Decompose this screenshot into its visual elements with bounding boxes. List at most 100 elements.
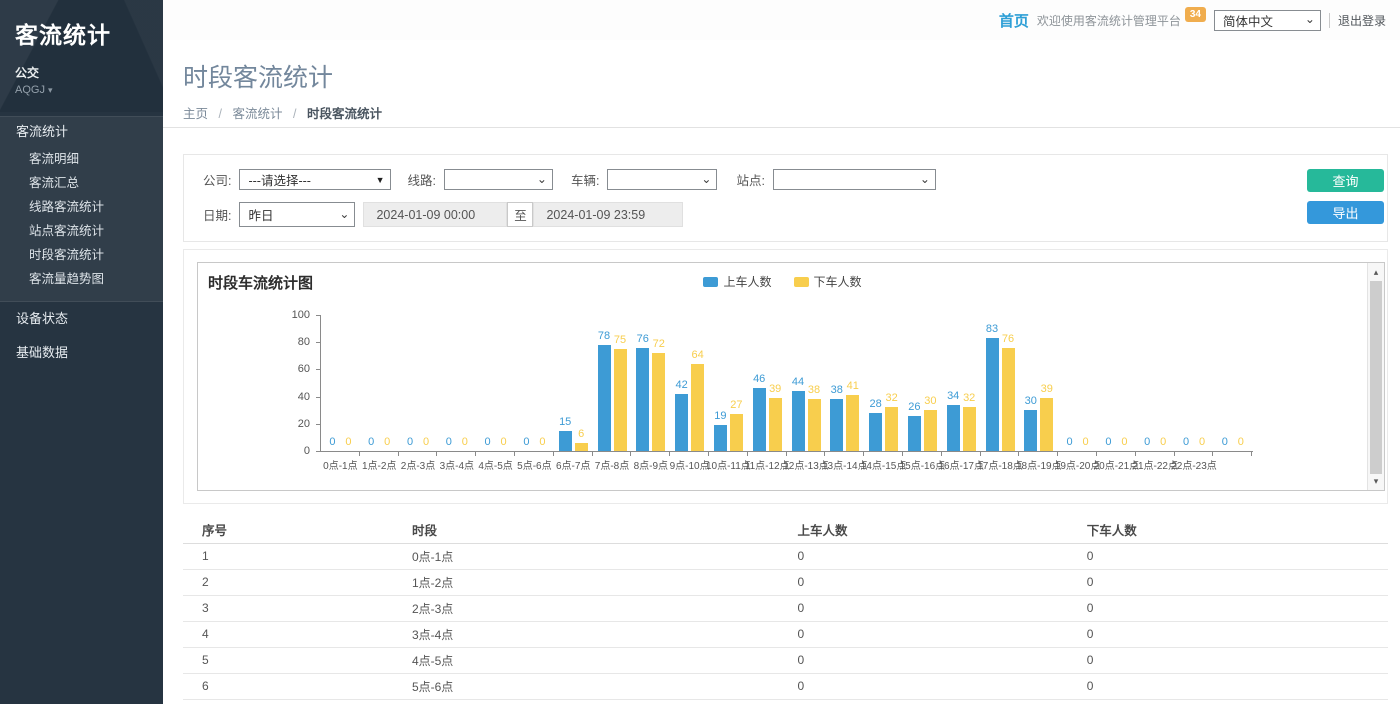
bar-value-label: 0 [529,436,555,448]
table-cell: 2点-3点 [412,595,798,621]
company-select[interactable]: ---请选择--- ▼ [239,169,391,190]
date-preset-value: 昨日 [248,205,273,224]
bar-boarding-9 [675,394,688,451]
vehicle-select[interactable]: ⌄ [607,169,717,190]
chevron-down-icon: ⌄ [920,172,930,186]
sidebar-item-passenger-flow[interactable]: 客流统计 [0,117,163,147]
table-cell: 5 [183,647,412,673]
chart-canvas: 时段车流统计图 上车人数下车人数 ▴ ▾ 020406080100000点-1点… [197,262,1385,491]
bar-value-label: 76 [995,333,1021,345]
content: 公司: ---请选择--- ▼ 线路: ⌄ 车辆: ⌄ 站点: ⌄ [163,128,1400,704]
chart-y-axis [320,315,321,452]
table-cell: 6 [183,673,412,699]
scroll-down-icon[interactable]: ▾ [1368,473,1384,489]
x-axis-category-label: 22点-23点 [1159,457,1229,472]
sidebar-item-device-status[interactable]: 设备状态 [0,302,163,336]
bar-alighting-18 [1040,398,1053,451]
bar-alighting-15 [924,410,937,451]
table-cell: 0 [798,647,1087,673]
home-link[interactable]: 首页 [999,10,1029,31]
table-cell: 6 [1087,699,1388,704]
top-nav: 首页 欢迎使用客流统计管理平台 34 简体中文 ⌄ 退出登录 [163,0,1400,40]
scrollbar-thumb[interactable] [1370,281,1382,474]
welcome-text: 欢迎使用客流统计管理平台 [1037,12,1181,29]
bar-value-label: 72 [646,338,672,350]
x-axis-tick [708,452,709,456]
y-axis-tick-label: 60 [280,363,310,375]
x-axis-tick [1212,452,1213,456]
legend-swatch-icon [794,277,809,287]
chart-panel: 时段车流统计图 上车人数下车人数 ▴ ▾ 020406080100000点-1点… [183,249,1388,504]
y-axis-tick [316,369,320,370]
bar-value-label: 6 [568,428,594,440]
x-axis-tick [941,452,942,456]
table-cell: 0 [1087,621,1388,647]
x-axis-tick [980,452,981,456]
table-cell: 6点-7点 [412,699,798,704]
date-to-input[interactable]: 2024-01-09 23:59 [533,202,683,227]
x-axis-tick [359,452,360,456]
x-axis-tick [863,452,864,456]
breadcrumb-passenger-flow[interactable]: 客流统计 [232,107,282,121]
user-menu[interactable]: AQGJ▾ [15,84,163,96]
bar-alighting-12 [808,399,821,451]
legend-item-0[interactable]: 上车人数 [703,273,771,290]
bar-alighting-14 [885,407,898,451]
company-label: 公司: [203,170,231,189]
user-name: AQGJ [15,84,45,96]
scroll-up-icon[interactable]: ▴ [1368,264,1384,280]
x-axis-tick [514,452,515,456]
bar-alighting-17 [1002,348,1015,451]
breadcrumb-current: 时段客流统计 [307,107,382,121]
y-axis-tick-label: 100 [280,309,310,321]
y-axis-tick-label: 80 [280,336,310,348]
sidebar-subitem-1[interactable]: 客流汇总 [0,171,163,195]
bar-value-label: 27 [723,399,749,411]
table-cell: 0 [798,673,1087,699]
table-cell: 4 [183,621,412,647]
legend-item-1[interactable]: 下车人数 [794,273,862,290]
query-button[interactable]: 查询 [1307,169,1384,192]
legend-swatch-icon [703,277,718,287]
sidebar-item-base-data[interactable]: 基础数据 [0,336,163,370]
bar-alighting-13 [846,395,859,451]
table-row: 76点-7点156 [183,699,1388,704]
line-select[interactable]: ⌄ [444,169,553,190]
bar-alighting-6 [575,443,588,451]
table-cell: 0 [798,569,1087,595]
language-select[interactable]: 简体中文 ⌄ [1214,10,1321,31]
sidebar-subitem-0[interactable]: 客流明细 [0,147,163,171]
station-label: 站点: [736,170,764,189]
breadcrumb-home[interactable]: 主页 [183,107,208,121]
breadcrumb-separator: / [219,107,222,121]
table-row: 10点-1点00 [183,543,1388,569]
menu-children: 客流明细客流汇总线路客流统计站点客流统计时段客流统计客流量趋势图 [0,147,163,291]
table-cell: 0 [798,543,1087,569]
chart-scrollbar[interactable]: ▴ ▾ [1367,263,1384,490]
sidebar-subitem-5[interactable]: 客流量趋势图 [0,267,163,291]
chevron-down-icon: ⌄ [701,172,711,186]
bar-boarding-14 [869,413,882,451]
table-cell: 0 [1087,569,1388,595]
logout-link[interactable]: 退出登录 [1338,12,1386,29]
table-cell: 1点-2点 [412,569,798,595]
x-axis-tick [1096,452,1097,456]
table-cell: 1 [183,543,412,569]
x-axis-tick [747,452,748,456]
sidebar-subitem-3[interactable]: 站点客流统计 [0,219,163,243]
sidebar-subitem-2[interactable]: 线路客流统计 [0,195,163,219]
bar-boarding-10 [714,425,727,451]
notification-badge[interactable]: 34 [1185,7,1206,22]
y-axis-tick-label: 20 [280,418,310,430]
station-select[interactable]: ⌄ [773,169,936,190]
bar-boarding-16 [947,405,960,451]
chevron-down-icon: ⌄ [537,172,547,186]
triangle-down-icon: ▼ [376,175,385,185]
date-from-input[interactable]: 2024-01-09 00:00 [363,202,507,227]
legend-label: 上车人数 [723,273,771,290]
table-row: 43点-4点00 [183,621,1388,647]
export-button[interactable]: 导出 [1307,201,1384,224]
sidebar-subitem-4[interactable]: 时段客流统计 [0,243,163,267]
date-preset-select[interactable]: 昨日 ⌄ [239,202,355,227]
filter-row-1: 公司: ---请选择--- ▼ 线路: ⌄ 车辆: ⌄ 站点: ⌄ [203,169,1292,190]
